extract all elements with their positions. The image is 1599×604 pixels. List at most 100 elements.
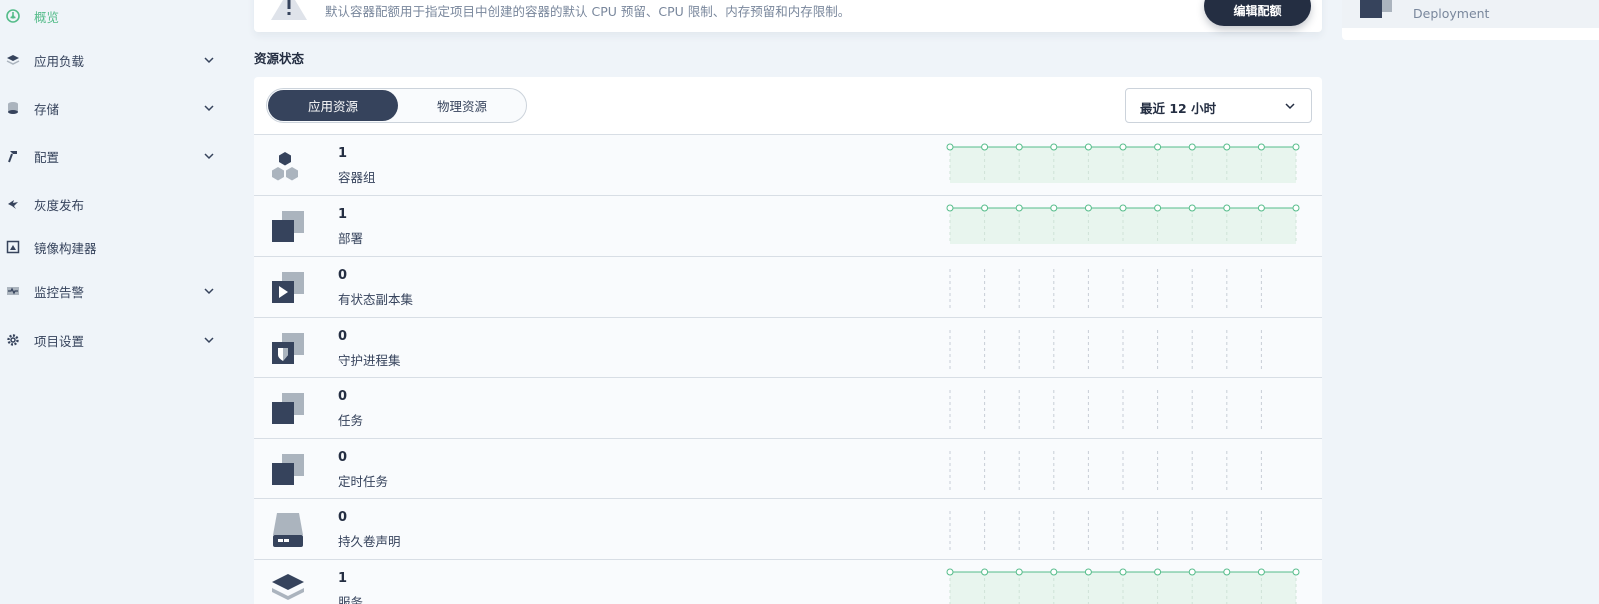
sidebar-item-label: 镜像构建器: [34, 240, 97, 256]
quota-description: 默认容器配额用于指定项目中创建的容器的默认 CPU 预留、CPU 限制、内存预留…: [325, 4, 851, 19]
sparkline-point: [1015, 568, 1023, 576]
statefulset-icon: [270, 269, 308, 307]
chevron-down-icon: [203, 102, 215, 114]
sidebar-item-overview[interactable]: 概览: [0, 1, 228, 31]
sparkline-point: [1223, 204, 1231, 212]
sparkline-point: [1257, 568, 1265, 576]
sparkline-point: [981, 204, 989, 212]
sparkline-point: [1257, 143, 1265, 151]
sparkline-point: [1188, 143, 1196, 151]
warning-icon: [271, 0, 307, 20]
sparkline-point: [946, 204, 954, 212]
sidebar-item-storage[interactable]: 存储: [0, 93, 228, 123]
sparkline-area: [950, 572, 1296, 604]
sparkline-point: [1154, 143, 1162, 151]
pvcs-sparkline: [949, 511, 1262, 551]
resource-name: 有状态副本集: [338, 292, 414, 307]
resource-name: 部署: [338, 231, 364, 246]
resource-name: 容器组: [338, 170, 376, 185]
resource-name: 持久卷声明: [338, 534, 401, 549]
daemonsets-sparkline: [949, 330, 1262, 370]
cronjob-icon: [270, 451, 308, 489]
resource-status-card: 应用资源 物理资源 最近 12 小时 1 容器组 1 部署 0 有状态副本集 0…: [254, 77, 1322, 604]
sparkline-point: [1050, 568, 1058, 576]
statefulsets-sparkline: [949, 269, 1262, 309]
resource-name: 守护进程集: [338, 353, 401, 368]
sparkline-point: [1223, 568, 1231, 576]
resource-count: 0: [338, 329, 348, 344]
tab-app-resources[interactable]: 应用资源: [268, 90, 398, 121]
chevron-down-icon: [203, 334, 215, 346]
sparkline-point: [1084, 204, 1092, 212]
resource-count: 0: [338, 450, 348, 465]
cronjobs-sparkline: [949, 451, 1262, 491]
daemonset-icon: [270, 330, 308, 368]
resource-name: 任务: [338, 413, 364, 428]
sparkline-point: [1188, 204, 1196, 212]
volume-icon: [270, 511, 308, 549]
layers-icon: [6, 53, 20, 67]
sparkline-point: [1292, 568, 1300, 576]
sparkline-point: [1154, 568, 1162, 576]
sidebar-item-workloads[interactable]: 应用负载: [0, 45, 228, 75]
chevron-down-icon: [1284, 100, 1296, 112]
resource-row-cronjobs[interactable]: 0 定时任务: [254, 438, 1322, 500]
deployment-item[interactable]: Deployment: [1342, 0, 1599, 28]
resource-tabs: 应用资源 物理资源: [266, 88, 527, 123]
pods-icon: [270, 147, 308, 185]
sidebar-item-project-settings[interactable]: 项目设置: [0, 325, 228, 355]
monitor-icon: [6, 284, 20, 298]
deployment-icon: [270, 208, 308, 246]
sparkline-point: [1292, 204, 1300, 212]
hammer-icon: [6, 149, 20, 163]
resource-count: 1: [338, 571, 348, 586]
job-icon: [270, 390, 308, 428]
bird-icon: [6, 197, 20, 211]
chevron-down-icon: [203, 285, 215, 297]
service-icon: [270, 572, 308, 604]
tab-physical-resources[interactable]: 物理资源: [398, 90, 526, 121]
sidebar-item-canary[interactable]: 灰度发布: [0, 189, 228, 219]
sparkline-point: [1050, 204, 1058, 212]
jobs-sparkline: [949, 390, 1262, 430]
sparkline-point: [1015, 204, 1023, 212]
chevron-down-icon: [203, 54, 215, 66]
chevron-down-icon: [203, 150, 215, 162]
resource-count: 0: [338, 268, 348, 283]
image-builder-icon: [6, 240, 20, 254]
sparkline-point: [1188, 568, 1196, 576]
resource-row-services[interactable]: 1 服务: [254, 559, 1322, 604]
sparkline-point: [981, 143, 989, 151]
sidebar-item-monitoring[interactable]: 监控告警: [0, 276, 228, 306]
sparkline-point: [1119, 568, 1127, 576]
resource-side-card: Deployment: [1342, 0, 1599, 40]
edit-quota-button[interactable]: 编辑配额: [1204, 0, 1311, 26]
sidebar-item-config[interactable]: 配置: [0, 141, 228, 171]
resource-row-pvcs[interactable]: 0 持久卷声明: [254, 498, 1322, 560]
gear-icon: [6, 333, 20, 347]
sidebar-item-label: 应用负载: [34, 53, 85, 69]
resource-row-jobs[interactable]: 0 任务: [254, 377, 1322, 439]
sparkline-point: [1050, 143, 1058, 151]
deployment-icon: [1360, 0, 1394, 18]
sidebar-item-image-builder[interactable]: 镜像构建器: [0, 232, 228, 262]
resource-row-statefulsets[interactable]: 0 有状态副本集: [254, 256, 1322, 318]
time-range-select[interactable]: 最近 12 小时: [1125, 88, 1312, 123]
resource-row-pods[interactable]: 1 容器组: [254, 134, 1322, 196]
sparkline-point: [1084, 568, 1092, 576]
resource-count: 1: [338, 146, 348, 161]
sparkline-point: [1154, 204, 1162, 212]
resource-count: 0: [338, 389, 348, 404]
sidebar-item-label: 项目设置: [34, 333, 85, 349]
deployment-label: Deployment: [1413, 6, 1490, 21]
resource-name: 服务: [338, 595, 364, 604]
sparkline-point: [1223, 143, 1231, 151]
sparkline-point: [1292, 143, 1300, 151]
resource-row-daemonsets[interactable]: 0 守护进程集: [254, 317, 1322, 379]
resource-row-deployments[interactable]: 1 部署: [254, 195, 1322, 257]
sparkline-point: [1084, 143, 1092, 151]
sparkline-point: [981, 568, 989, 576]
dashboard-icon: [6, 9, 20, 23]
database-icon: [6, 101, 20, 115]
sidebar-item-label: 灰度发布: [34, 197, 85, 213]
